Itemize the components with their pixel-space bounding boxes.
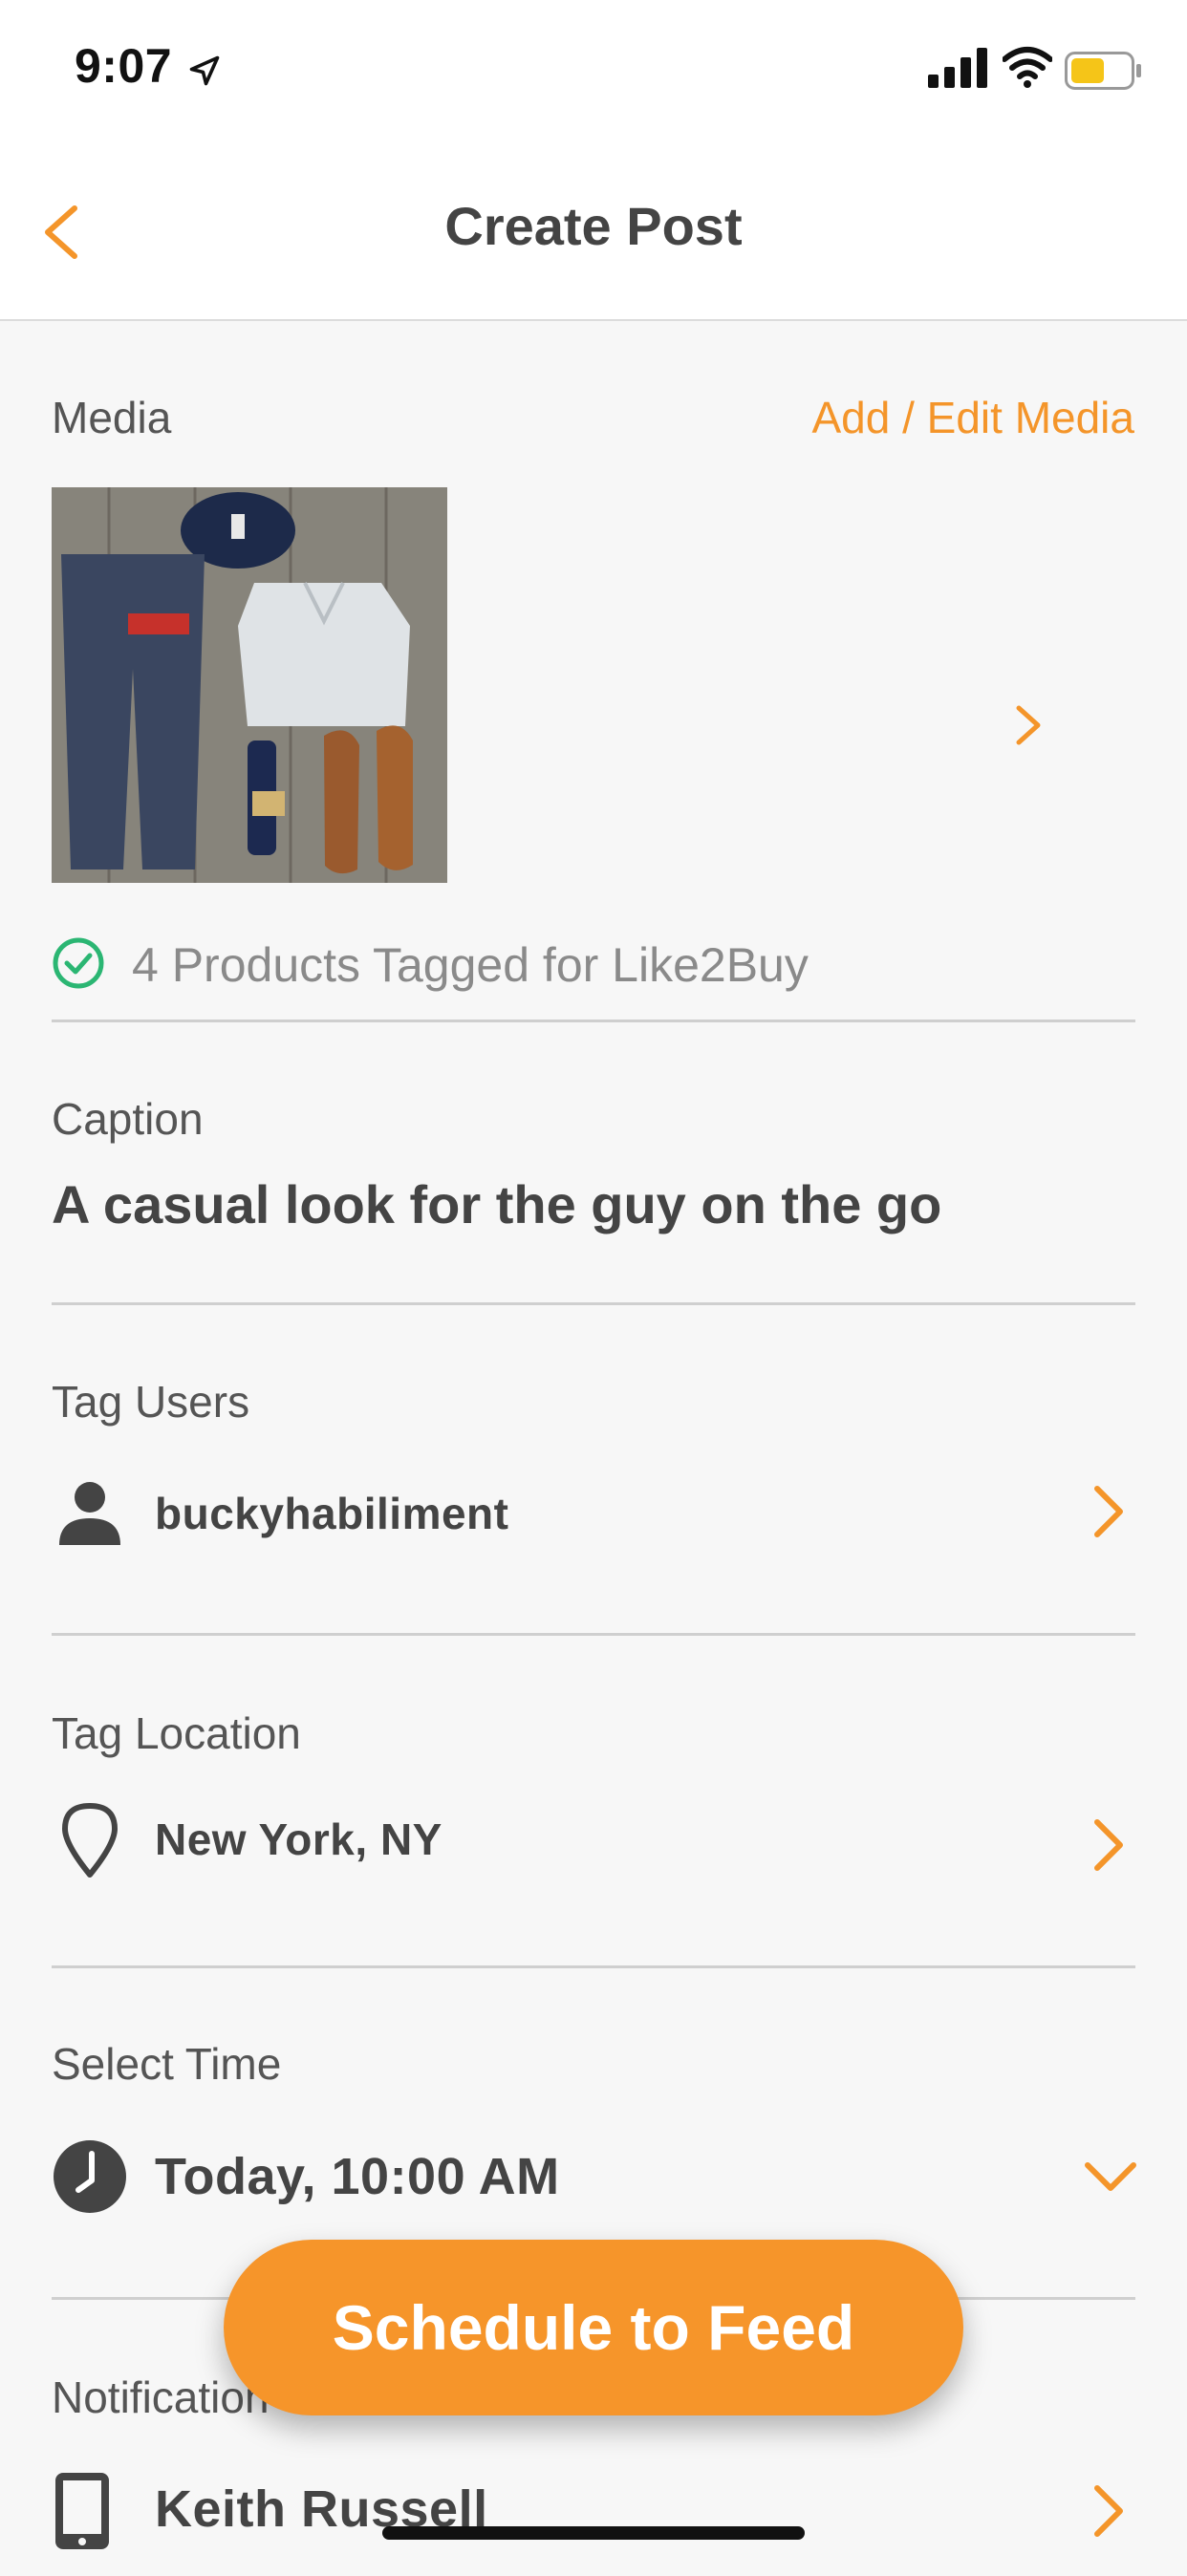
battery-icon bbox=[1065, 52, 1141, 90]
chevron-right-icon[interactable] bbox=[1090, 1816, 1128, 1874]
divider bbox=[52, 1302, 1135, 1305]
chevron-down-icon[interactable] bbox=[1082, 2157, 1139, 2196]
select-time-label: Select Time bbox=[52, 2039, 282, 2089]
status-time: 9:07 bbox=[75, 39, 173, 93]
tag-users-value: buckyhabiliment bbox=[155, 1489, 509, 1538]
phone-icon bbox=[55, 2473, 109, 2549]
divider bbox=[52, 1965, 1135, 1968]
notification-label: Notification bbox=[52, 2372, 270, 2422]
add-edit-media-link[interactable]: Add / Edit Media bbox=[811, 392, 1134, 443]
chevron-right-icon[interactable] bbox=[1013, 704, 1044, 746]
schedule-to-feed-button[interactable]: Schedule to Feed bbox=[224, 2240, 963, 2415]
home-indicator bbox=[382, 2526, 805, 2540]
tag-users-label: Tag Users bbox=[52, 1377, 250, 1427]
media-thumbnail[interactable] bbox=[52, 487, 447, 883]
check-circle-icon bbox=[53, 937, 104, 989]
products-tagged-text: 4 Products Tagged for Like2Buy bbox=[132, 938, 809, 992]
chevron-right-icon[interactable] bbox=[1090, 2482, 1128, 2540]
caption-text[interactable]: A casual look for the guy on the go bbox=[52, 1173, 941, 1235]
media-label: Media bbox=[52, 393, 172, 442]
tag-location-label: Tag Location bbox=[52, 1708, 301, 1758]
navigation-bar: Create Post bbox=[0, 143, 1187, 321]
divider bbox=[52, 1633, 1135, 1636]
tag-location-value: New York, NY bbox=[155, 1814, 442, 1864]
caption-label: Caption bbox=[52, 1094, 204, 1144]
select-time-value: Today, 10:00 AM bbox=[155, 2148, 560, 2205]
page-title: Create Post bbox=[444, 196, 743, 256]
clock-icon bbox=[54, 2140, 126, 2213]
location-arrow-icon bbox=[189, 55, 220, 86]
chevron-right-icon[interactable] bbox=[1090, 1483, 1128, 1540]
person-icon bbox=[59, 1482, 120, 1545]
signal-icon bbox=[928, 48, 987, 88]
divider bbox=[52, 1020, 1135, 1022]
status-bar: 9:07 bbox=[0, 0, 1187, 143]
wifi-icon bbox=[1003, 47, 1052, 88]
map-pin-icon bbox=[62, 1803, 118, 1878]
